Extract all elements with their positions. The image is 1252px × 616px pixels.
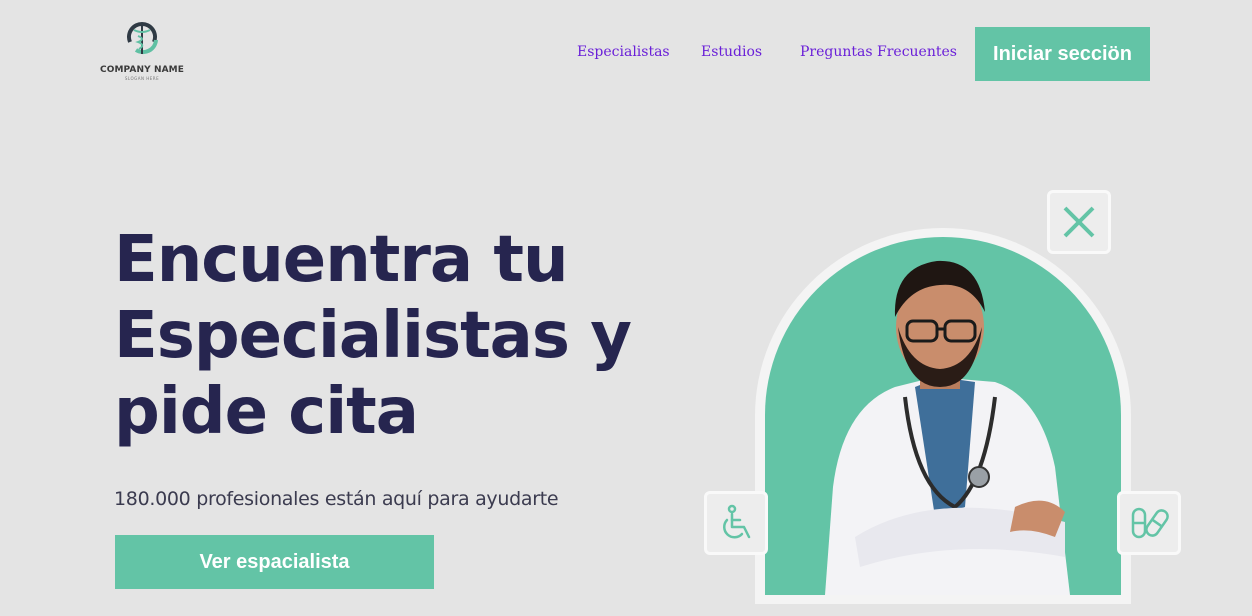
hero-title-line-3: pide cita bbox=[114, 375, 419, 449]
hero-title: Encuentra tu Especialistas y pide cita bbox=[114, 222, 634, 450]
logo-company-name: COMPANY NAME bbox=[100, 65, 184, 75]
nav-link-estudios[interactable]: Estudios bbox=[701, 44, 762, 64]
close-icon bbox=[1063, 206, 1095, 238]
hero-title-line-1: Encuentra tu bbox=[114, 223, 569, 297]
nav-link-especialistas[interactable]: Especialistas bbox=[577, 44, 670, 64]
pill-badge bbox=[1117, 491, 1181, 555]
caduceus-icon bbox=[127, 22, 158, 54]
login-button[interactable]: Iniciar secciön bbox=[975, 27, 1150, 81]
nav-link-preguntas-frecuentes[interactable]: Preguntas Frecuentes bbox=[800, 44, 957, 64]
wheelchair-icon bbox=[722, 504, 751, 539]
logo-tagline: SLOGAN HERE bbox=[124, 76, 160, 81]
hero-title-line-2: Especialistas y bbox=[114, 299, 632, 373]
pill-icon bbox=[1131, 507, 1169, 539]
doctor-illustration bbox=[825, 260, 1070, 595]
view-specialist-button[interactable]: Ver espacialista bbox=[115, 535, 434, 589]
doctor-photo bbox=[765, 237, 1121, 595]
close-badge bbox=[1047, 190, 1111, 254]
hero-subtitle: 180.000 profesionales están aquí para ay… bbox=[114, 488, 559, 510]
wheelchair-badge bbox=[704, 491, 768, 555]
company-logo[interactable]: COMPANY NAME SLOGAN HERE bbox=[100, 20, 184, 82]
